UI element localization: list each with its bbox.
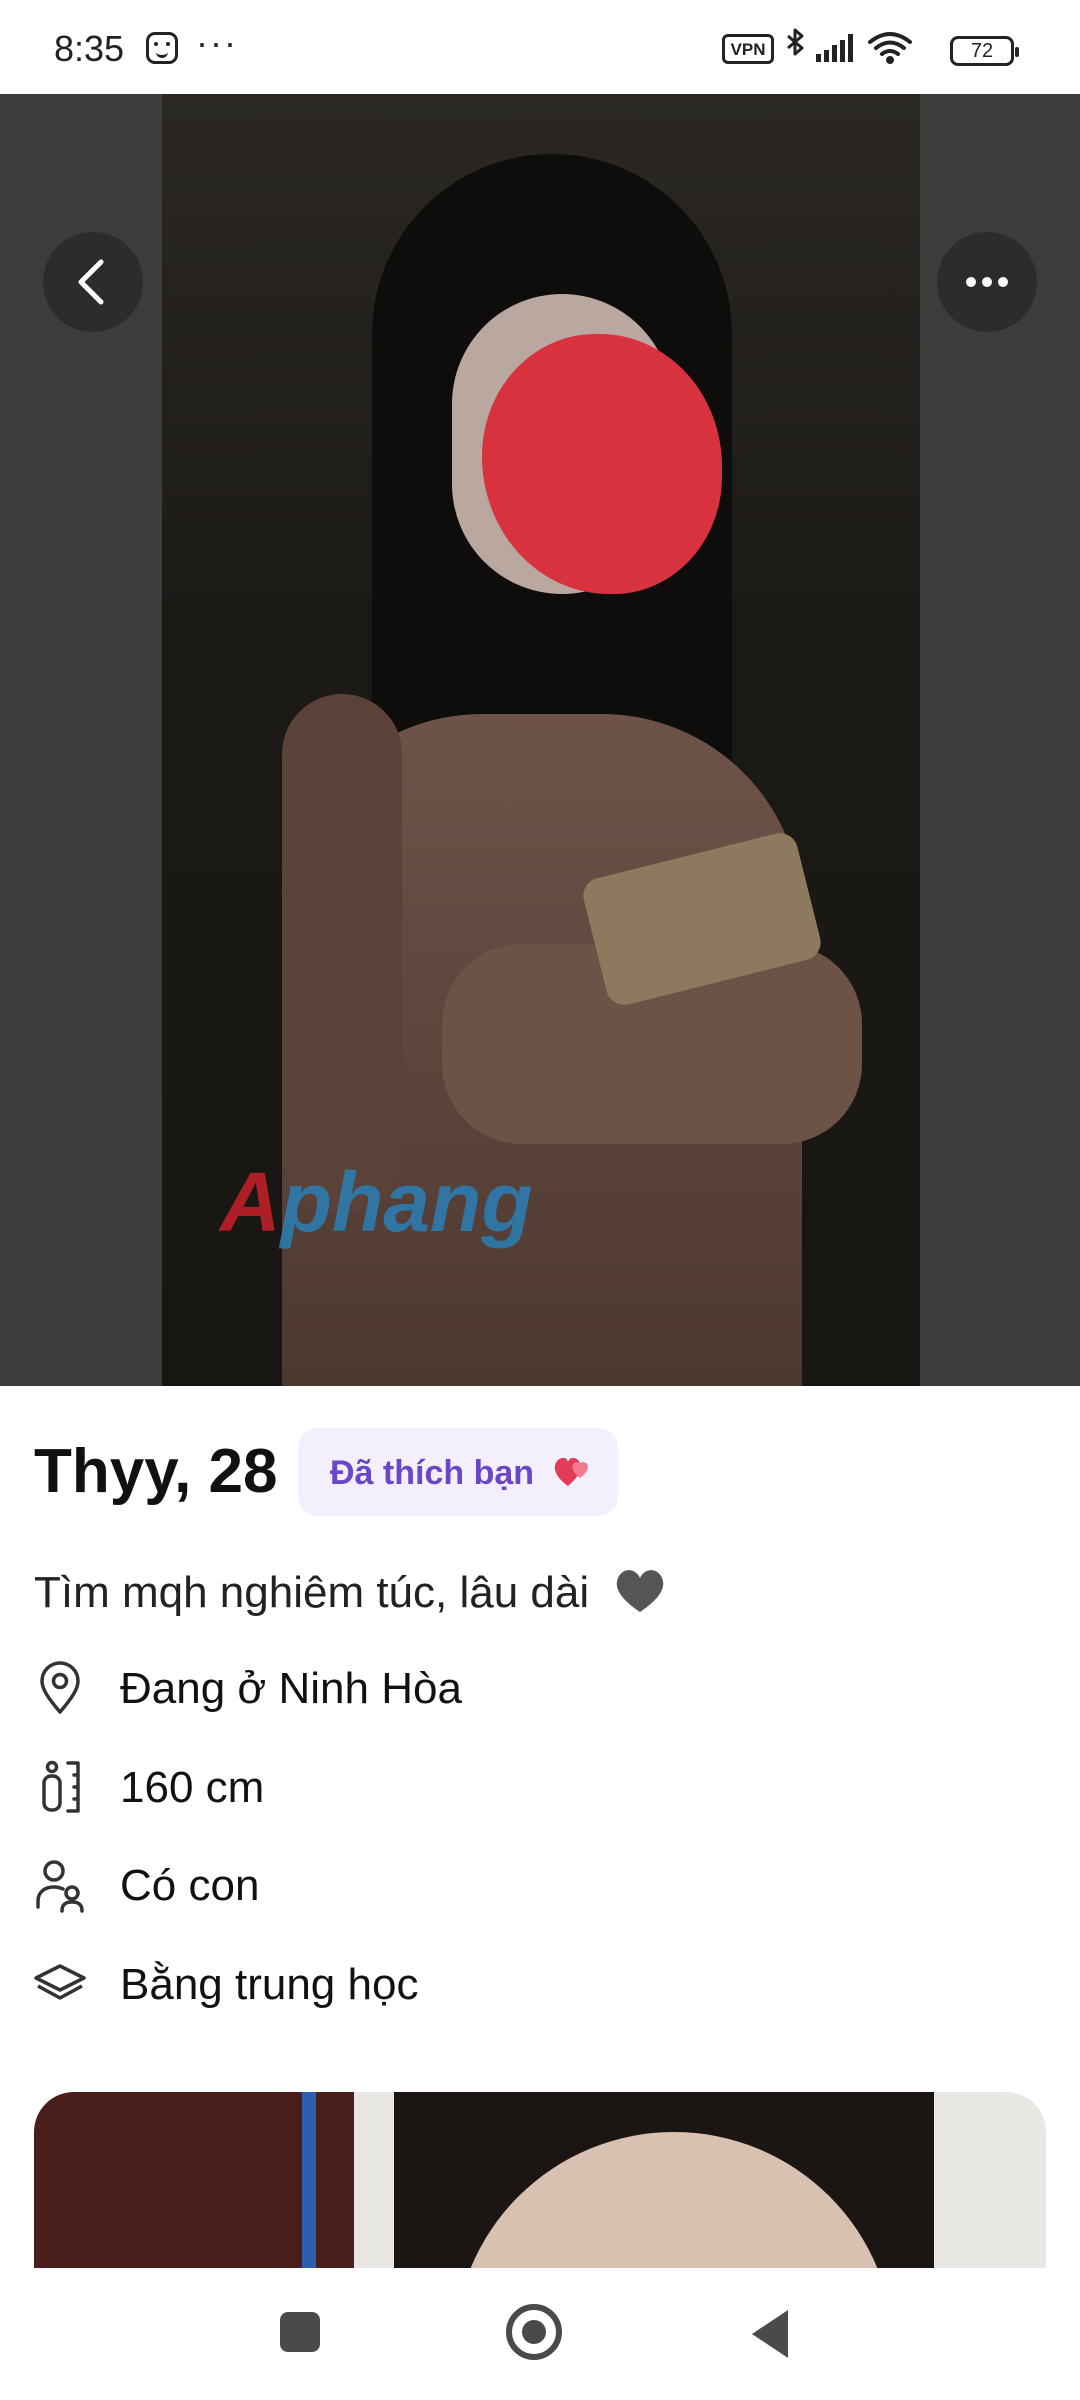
watermark-logo: Aphang: [220, 1155, 533, 1249]
education-text: Bằng trung học: [120, 1960, 419, 2009]
location-pin-icon: [34, 1660, 86, 1716]
more-options-button[interactable]: [937, 232, 1037, 332]
vpn-icon: VPN: [722, 34, 774, 64]
liked-you-label: Đã thích bạn: [330, 1454, 535, 1492]
height-icon: [34, 1759, 86, 1815]
home-button[interactable]: [506, 2304, 562, 2360]
photo-arm: [282, 694, 402, 1214]
wifi-icon: [868, 32, 912, 64]
system-navigation-bar: [0, 2268, 1080, 2400]
battery-icon: 72: [950, 36, 1019, 66]
grey-heart-icon: [611, 1564, 669, 1627]
status-time: 8:35: [54, 28, 125, 69]
bio-text: Tìm mqh nghiêm túc, lâu dài: [34, 1568, 590, 1618]
height-text: 160 cm: [120, 1763, 265, 1812]
photo2-stripe: [302, 2092, 316, 2268]
signal-icon: [816, 34, 853, 62]
profile-bio: Tìm mqh nghiêm túc, lâu dài: [34, 1564, 669, 1627]
profile-name-age: Thyy, 28: [34, 1437, 278, 1506]
profile-photo[interactable]: Aphang: [0, 94, 1080, 1386]
more-notifications: ···: [196, 22, 238, 63]
back-nav-button[interactable]: [752, 2310, 788, 2358]
status-bar: 8:35 ··· VPN 72: [0, 0, 1080, 94]
profile-photo-2[interactable]: [34, 2092, 1046, 2268]
attribute-education: Bằng trung học: [34, 1952, 1034, 2022]
notification-face-icon: [146, 32, 178, 64]
liked-you-badge: Đã thích bạn: [298, 1428, 618, 1516]
hearts-icon: [550, 1448, 596, 1504]
attribute-children: Có con: [34, 1853, 1034, 1923]
back-button[interactable]: [43, 232, 143, 332]
more-horizontal-icon: [937, 232, 1037, 362]
chevron-left-icon: [43, 232, 143, 361]
children-text: Có con: [120, 1861, 260, 1910]
family-icon: [34, 1857, 86, 1913]
graduation-cap-icon: [34, 1956, 86, 2012]
recent-apps-button[interactable]: [280, 2312, 320, 2352]
bluetooth-icon: [787, 28, 804, 56]
attribute-location: Đang ở Ninh Hòa: [34, 1656, 1034, 1726]
location-text: Đang ở Ninh Hòa: [120, 1664, 462, 1713]
attribute-height: 160 cm: [34, 1755, 1034, 1825]
status-icons: [787, 28, 912, 64]
